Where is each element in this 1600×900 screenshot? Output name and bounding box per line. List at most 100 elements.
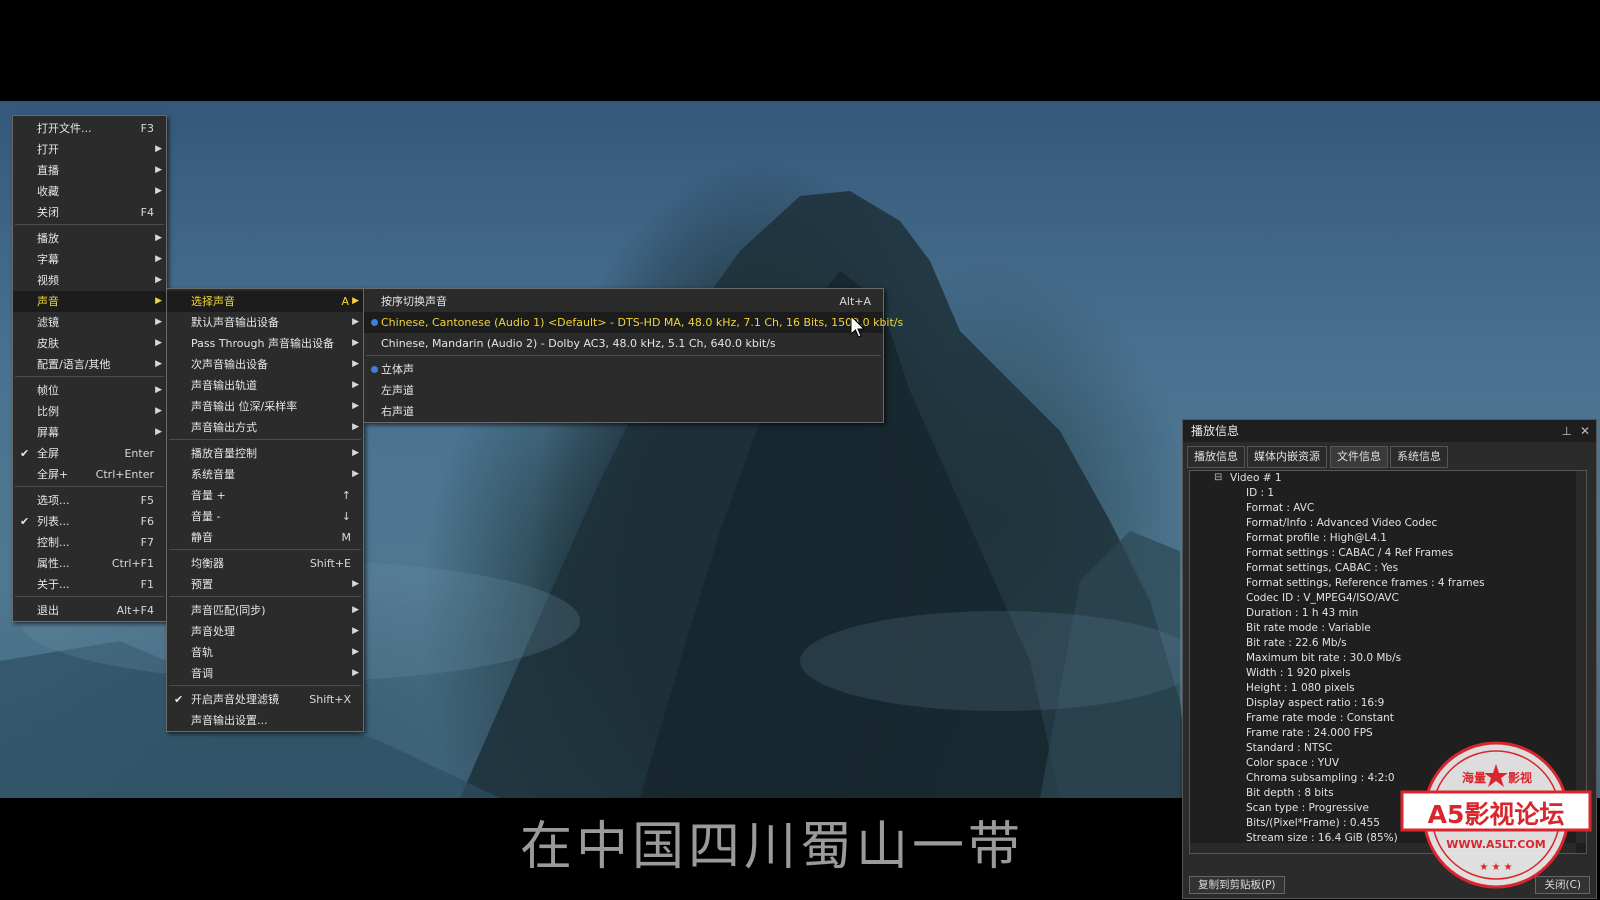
sound_menu-item-15[interactable]: 声音处理 ▶: [167, 621, 363, 642]
menu-separator: [15, 486, 164, 487]
menu-separator: [15, 224, 164, 225]
svg-text:★ ★ ★: ★ ★ ★: [1479, 862, 1512, 873]
close-icon[interactable]: ✕: [1580, 420, 1590, 442]
sound_menu-item-12[interactable]: 均衡器 Shift+E: [167, 553, 363, 574]
main_menu-item-11[interactable]: 配置/语言/其他 ▶: [13, 354, 166, 375]
menu-separator: [366, 355, 881, 356]
tab-system-info[interactable]: 系统信息: [1390, 446, 1448, 468]
sound_menu-item-label: 音轨: [191, 646, 213, 659]
main_menu-item-8[interactable]: 声音 ▶: [13, 291, 166, 312]
main_menu-item-label: 比例: [37, 405, 59, 418]
select_sound_menu-item-4[interactable]: 左声道: [364, 380, 883, 401]
main_menu-item-21[interactable]: 关于... F1: [13, 574, 166, 595]
sound_menu-item-11[interactable]: 静音 M: [167, 527, 363, 548]
main_menu-item-label: 配置/语言/其他: [37, 358, 111, 371]
submenu-arrow-icon: ▶: [155, 165, 162, 175]
radio-dot-icon: [371, 319, 378, 326]
mouse-cursor-icon: [850, 315, 866, 338]
sound_menu-item-label: 声音处理: [191, 625, 235, 638]
shortcut-label: F4: [140, 206, 154, 219]
sound_menu-item-5[interactable]: 声音输出 位深/采样率 ▶: [167, 396, 363, 417]
main_menu-item-19[interactable]: 控制... F7: [13, 532, 166, 553]
main_menu-item-label: 视频: [37, 274, 59, 287]
select_sound_menu-item-label: 右声道: [381, 405, 414, 418]
shortcut-label: Shift+E: [309, 557, 351, 570]
main_menu-item-12[interactable]: 帧位 ▶: [13, 380, 166, 401]
sound_menu-item-14[interactable]: 声音匹配(同步) ▶: [167, 600, 363, 621]
tab-file-info[interactable]: 文件信息: [1330, 446, 1388, 468]
main_menu-item-3[interactable]: 收藏 ▶: [13, 181, 166, 202]
select_sound_menu-item-label: Chinese, Mandarin (Audio 2) - Dolby AC3,…: [381, 337, 776, 350]
main_menu-item-5[interactable]: 播放 ▶: [13, 228, 166, 249]
file-info-line: Format settings : CABAC / 4 Ref Frames: [1246, 547, 1454, 559]
main_menu-item-label: 退出: [37, 604, 59, 617]
main_menu-item-4[interactable]: 关闭 F4: [13, 202, 166, 223]
sound_menu-item-label: 静音: [191, 531, 213, 544]
submenu-arrow-icon: ▶: [352, 605, 359, 615]
menu-separator: [15, 596, 164, 597]
select_sound_menu-item-3[interactable]: 立体声: [364, 359, 883, 380]
submenu-arrow-icon: ▶: [352, 359, 359, 369]
submenu-arrow-icon: ▶: [352, 647, 359, 657]
sound_menu-item-19[interactable]: 声音输出设置...: [167, 710, 363, 731]
main_menu-item-6[interactable]: 字幕 ▶: [13, 249, 166, 270]
sound_menu-item-18[interactable]: ✔ 开启声音处理滤镜 Shift+X: [167, 689, 363, 710]
tab-embedded-resources[interactable]: 媒体内嵌资源: [1247, 446, 1327, 468]
sound_menu-item-8[interactable]: 系统音量 ▶: [167, 464, 363, 485]
sound_menu-item-2[interactable]: Pass Through 声音输出设备 ▶: [167, 333, 363, 354]
shortcut-label: F5: [140, 494, 154, 507]
file-info-line: ID : 1: [1246, 487, 1275, 499]
file-info-line: Display aspect ratio : 16:9: [1246, 697, 1385, 709]
main_menu-item-17[interactable]: 选项... F5: [13, 490, 166, 511]
sound_menu-item-0[interactable]: 选择声音 A ▶: [167, 291, 363, 312]
main_menu-item-22[interactable]: 退出 Alt+F4: [13, 600, 166, 621]
tab-playback-info[interactable]: 播放信息: [1187, 446, 1245, 468]
sound_menu-item-label: 音调: [191, 667, 213, 680]
main_menu-item-20[interactable]: 属性... Ctrl+F1: [13, 553, 166, 574]
main_menu-item-9[interactable]: 滤镜 ▶: [13, 312, 166, 333]
checkmark-icon: ✔: [20, 515, 30, 528]
select_sound_menu-item-5[interactable]: 右声道: [364, 401, 883, 422]
copy-to-clipboard-button[interactable]: 复制到剪贴板(P): [1189, 876, 1285, 894]
submenu-arrow-icon: ▶: [155, 275, 162, 285]
file-info-line: Format/Info : Advanced Video Codec: [1246, 517, 1438, 529]
panel-title-text: 播放信息: [1191, 424, 1240, 438]
select_sound_menu-item-1[interactable]: Chinese, Cantonese (Audio 1) <Default> -…: [364, 312, 903, 333]
sound_menu-item-10[interactable]: 音量 - ↓: [167, 506, 363, 527]
main_menu-item-label: 帧位: [37, 384, 59, 397]
shortcut-label: A: [341, 295, 349, 308]
sound_menu-item-4[interactable]: 声音输出轨道 ▶: [167, 375, 363, 396]
main_menu-item-18[interactable]: ✔ 列表... F6: [13, 511, 166, 532]
sound_menu-item-1[interactable]: 默认声音输出设备 ▶: [167, 312, 363, 333]
sound_menu-item-13[interactable]: 预置 ▶: [167, 574, 363, 595]
main_menu-item-2[interactable]: 直播 ▶: [13, 160, 166, 181]
select_sound_menu-item-2[interactable]: Chinese, Mandarin (Audio 2) - Dolby AC3,…: [364, 333, 883, 354]
sound_menu-item-label: 声音匹配(同步): [191, 604, 266, 617]
submenu-arrow-icon: ▶: [155, 317, 162, 327]
sound_menu-item-label: 次声音输出设备: [191, 358, 268, 371]
sound_menu-item-label: 声音输出方式: [191, 421, 257, 434]
main_menu-item-0[interactable]: 打开文件... F3: [13, 118, 166, 139]
sound_menu-item-6[interactable]: 声音输出方式 ▶: [167, 417, 363, 438]
main_menu-item-label: 滤镜: [37, 316, 59, 329]
main_menu-item-14[interactable]: 屏幕 ▶: [13, 422, 166, 443]
tree-expander-icon[interactable]: ⊟: [1214, 472, 1222, 483]
main_menu-item-16[interactable]: 全屏+ Ctrl+Enter: [13, 464, 166, 485]
main_menu-item-15[interactable]: ✔ 全屏 Enter: [13, 443, 166, 464]
main_menu-item-7[interactable]: 视频 ▶: [13, 270, 166, 291]
sound_menu-item-17[interactable]: 音调 ▶: [167, 663, 363, 684]
main_menu-item-1[interactable]: 打开 ▶: [13, 139, 166, 160]
sound_menu-item-16[interactable]: 音轨 ▶: [167, 642, 363, 663]
sound_menu-item-7[interactable]: 播放音量控制 ▶: [167, 443, 363, 464]
tree-root[interactable]: Video # 1: [1230, 471, 1282, 486]
main_menu-item-13[interactable]: 比例 ▶: [13, 401, 166, 422]
select_sound_menu-item-0[interactable]: 按序切换声音 Alt+A: [364, 291, 883, 312]
sound_menu-item-9[interactable]: 音量 + ↑: [167, 485, 363, 506]
file-info-line: Bit rate mode : Variable: [1246, 622, 1371, 634]
submenu-arrow-icon: ▶: [155, 406, 162, 416]
main_menu-item-10[interactable]: 皮肤 ▶: [13, 333, 166, 354]
sound_menu-item-3[interactable]: 次声音输出设备 ▶: [167, 354, 363, 375]
pin-icon[interactable]: ⊥: [1562, 420, 1572, 442]
submenu-arrow-icon: ▶: [155, 233, 162, 243]
file-info-line: Frame rate : 24.000 FPS: [1246, 727, 1373, 739]
